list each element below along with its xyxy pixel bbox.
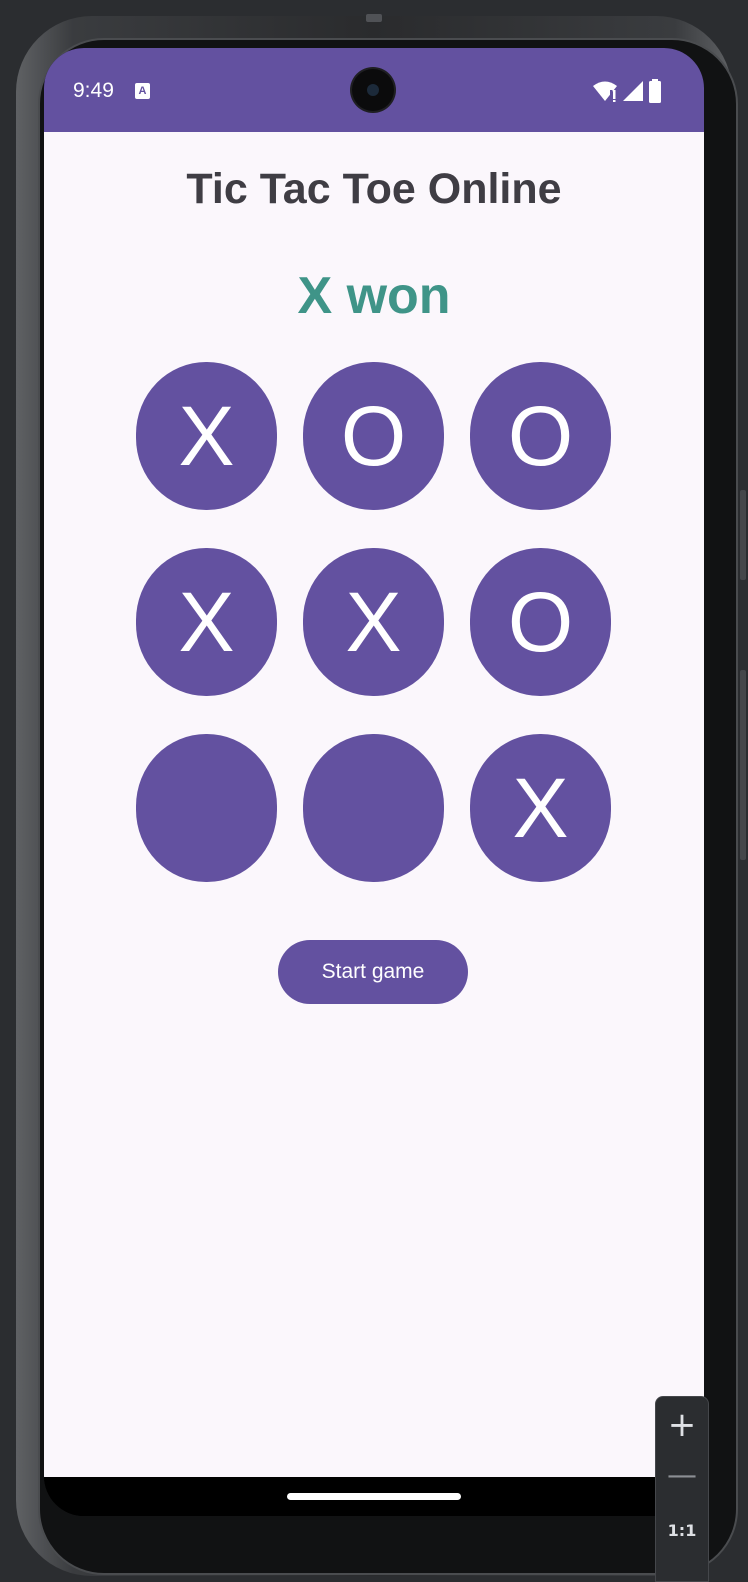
board-cell-1-2[interactable]: O: [303, 362, 444, 510]
phone-volume-button: [740, 490, 746, 580]
front-camera: [352, 69, 394, 111]
status-time: 9:49: [73, 79, 114, 102]
board-cell-2-2[interactable]: X: [303, 548, 444, 696]
battery-icon: [649, 79, 661, 103]
game-board: X O O X X O X: [136, 362, 612, 884]
status-icons: [592, 79, 662, 103]
phone-top-sensor: [366, 14, 382, 22]
emulator-zoom-controls: + — 1:1: [655, 1396, 709, 1582]
board-cell-3-3[interactable]: X: [470, 734, 611, 882]
app-content: Tic Tac Toe Online X won X O O X X O X S…: [44, 132, 704, 1477]
wifi-icon: [593, 81, 617, 102]
ruler-strip: [0, 0, 10, 1582]
board-cell-3-1[interactable]: [136, 734, 277, 882]
a-icon: A: [135, 83, 150, 99]
zoom-in-button[interactable]: +: [656, 1399, 708, 1453]
signal-icon: [623, 81, 643, 101]
phone-power-button: [740, 670, 746, 860]
navigation-bar: [44, 1477, 704, 1516]
board-cell-2-1[interactable]: X: [136, 548, 277, 696]
zoom-out-button[interactable]: —: [656, 1452, 708, 1506]
board-cell-1-3[interactable]: O: [470, 362, 611, 510]
start-game-button[interactable]: Start game: [278, 940, 468, 1004]
page-title: Tic Tac Toe Online: [186, 165, 562, 213]
home-gesture-handle[interactable]: [287, 1493, 461, 1500]
board-cell-1-1[interactable]: X: [136, 362, 277, 510]
status-bar: 9:49 A: [44, 48, 704, 132]
board-cell-3-2[interactable]: [303, 734, 444, 882]
board-cell-2-3[interactable]: O: [470, 548, 611, 696]
device-screen: 9:49 A Tic Tac Toe Online X won X O O X …: [44, 48, 704, 1516]
emulator-canvas: 9:49 A Tic Tac Toe Online X won X O O X …: [0, 0, 748, 1582]
game-result: X won: [297, 267, 451, 325]
zoom-reset-button[interactable]: 1:1: [656, 1505, 708, 1559]
